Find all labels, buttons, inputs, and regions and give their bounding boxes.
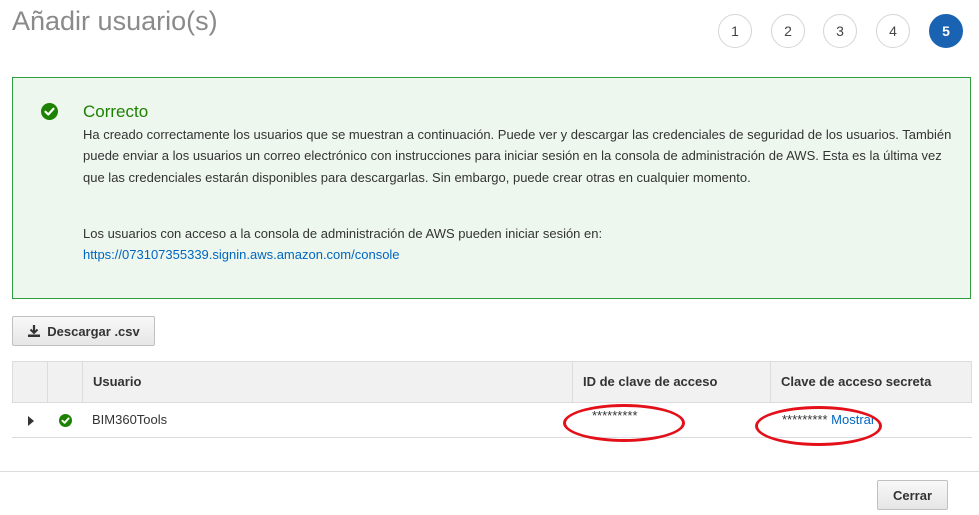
footer-divider: [0, 471, 979, 472]
success-status-icon: [59, 414, 72, 427]
user-name-cell: BIM360Tools: [92, 412, 168, 427]
show-secret-link[interactable]: Mostrar: [831, 412, 875, 427]
status-column-header: [48, 362, 83, 402]
download-icon: [27, 324, 41, 338]
column-header-user[interactable]: Usuario: [83, 362, 573, 402]
success-title: Correcto: [83, 102, 149, 121]
step-3[interactable]: 3: [823, 14, 857, 48]
step-1[interactable]: 1: [718, 14, 752, 48]
check-circle-icon: [41, 103, 58, 120]
page-title: Añadir usuario(s): [12, 6, 218, 36]
success-message: Ha creado correctamente los usuarios que…: [83, 127, 952, 185]
download-csv-label: Descargar .csv: [47, 323, 140, 339]
login-info-text: Los usuarios con acceso a la consola de …: [83, 226, 603, 241]
step-5-current: 5: [929, 14, 963, 48]
column-header-secret-key[interactable]: Clave de acceso secreta: [771, 362, 971, 402]
success-alert: Correcto Ha creado correctamente los usu…: [12, 77, 971, 299]
login-info: Los usuarios con acceso a la consola de …: [83, 223, 602, 266]
users-table: Usuario ID de clave de acceso Clave de a…: [12, 361, 972, 438]
step-2[interactable]: 2: [771, 14, 805, 48]
close-button[interactable]: Cerrar: [877, 480, 948, 510]
download-csv-button[interactable]: Descargar .csv: [12, 316, 155, 346]
access-key-id-cell: *********: [592, 408, 638, 423]
column-header-access-key-id[interactable]: ID de clave de acceso: [573, 362, 771, 402]
secret-key-cell: ********* Mostrar: [782, 403, 875, 437]
table-row: BIM360Tools ********* ********* Mostrar: [12, 403, 972, 438]
table-header: Usuario ID de clave de acceso Clave de a…: [12, 361, 972, 403]
step-4[interactable]: 4: [876, 14, 910, 48]
console-login-link[interactable]: https://073107355339.signin.aws.amazon.c…: [83, 244, 602, 265]
secret-key-masked: *********: [782, 412, 828, 427]
expand-row-icon[interactable]: [28, 416, 34, 426]
expand-column-header: [13, 362, 48, 402]
